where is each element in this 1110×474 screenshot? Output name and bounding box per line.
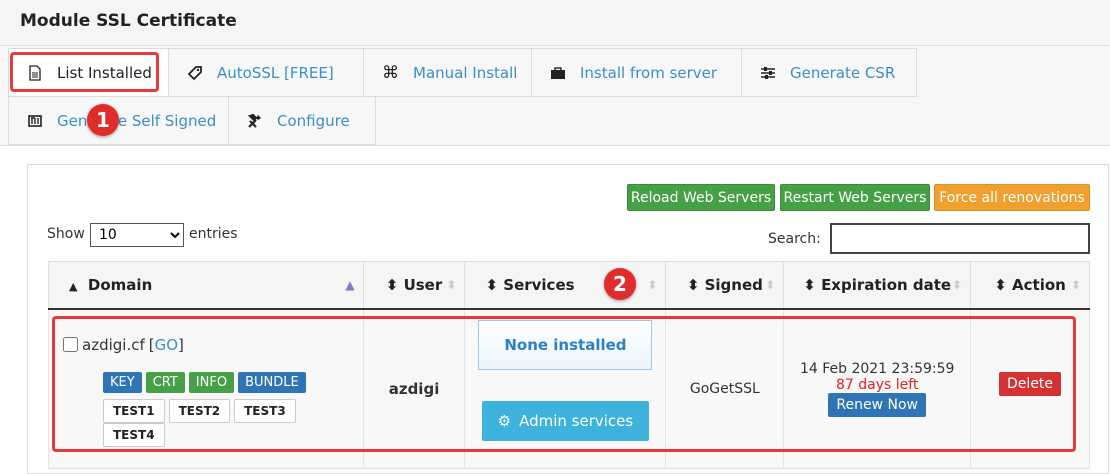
reload-web-servers-button[interactable]: Reload Web Servers [627,184,775,211]
tag-icon [187,65,202,80]
restart-web-servers-button[interactable]: Restart Web Servers [780,184,930,211]
column-signed[interactable]: ⬍ Signed ⬍ [665,261,785,310]
highlight-list-installed [10,52,159,92]
column-label: Signed [704,275,763,294]
force-renovations-button[interactable]: Force all renovations [934,184,1090,211]
tab-generate-csr[interactable]: Generate CSR [741,48,917,97]
show-label: Show [47,226,85,242]
tab-autossl[interactable]: AutoSSL [FREE] [168,48,364,97]
tab-label: Manual Install [413,63,518,82]
column-label: Action [1012,275,1066,294]
column-user[interactable]: ⬍ User ⬍ [362,261,466,310]
sliders-icon [761,66,775,79]
column-label: Services [503,275,575,294]
column-label: User [403,275,443,294]
tab-manual-install[interactable]: ⌘ Manual Install [363,48,532,97]
highlight-row [52,316,1076,452]
tab-install-from-server[interactable]: Install from server [531,48,742,97]
page-title: Module SSL Certificate [20,11,237,31]
tab-label: Install from server [580,63,718,82]
tools-icon [247,113,261,128]
search-input[interactable] [830,223,1090,254]
column-action[interactable]: ⬍ Action ⬍ [970,261,1090,310]
entries-label: entries [189,226,238,242]
column-domain[interactable]: ▲ Domain ▲ [48,261,364,310]
certificate-icon [28,114,42,127]
tab-configure[interactable]: Configure [228,96,376,145]
command-icon: ⌘ [382,62,399,83]
briefcase-icon [551,66,565,79]
search-label: Search: [768,231,821,247]
tab-label: Generate Self Signed [57,111,217,130]
entries-select[interactable]: 10 [90,223,184,247]
annotation-badge-2: 2 [604,268,636,300]
column-expiration[interactable]: ⬍ Expiration date ⬍ [783,261,972,310]
tab-label: Generate CSR [790,63,896,82]
column-label: Domain [87,275,153,294]
annotation-badge-1: 1 [87,104,119,136]
tab-label: Configure [277,111,350,130]
column-label: Expiration date [821,275,952,294]
tab-label: AutoSSL [FREE] [217,63,334,82]
